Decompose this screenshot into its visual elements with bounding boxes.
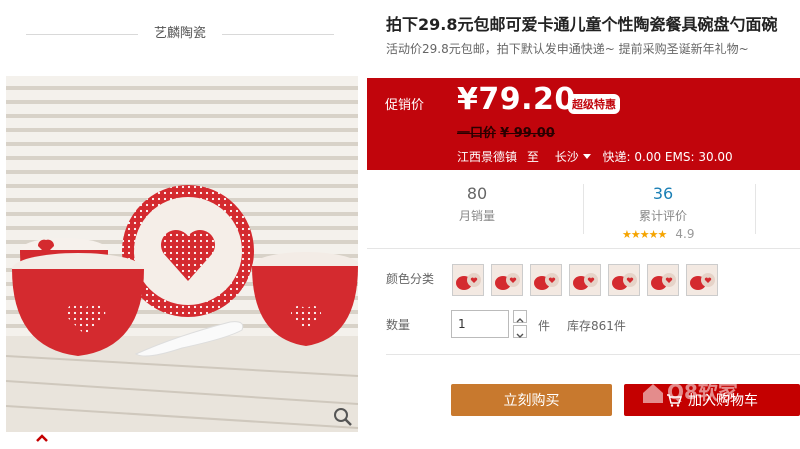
swatch-thumbnail <box>609 265 639 295</box>
swatch-thumbnail <box>687 265 717 295</box>
color-swatch[interactable] <box>452 264 484 296</box>
quantity-unit: 件 <box>538 319 551 333</box>
chevron-down-icon[interactable] <box>582 154 591 159</box>
sales-stats: 80 月销量 36 累计评价 ★★★★★ 4.9 <box>367 172 800 249</box>
color-swatch[interactable] <box>491 264 523 296</box>
buy-now-button[interactable]: 立刻购买 <box>451 384 612 416</box>
swatch-thumbnail <box>453 265 483 295</box>
shipping-fees: 快递: 0.00 EMS: 30.00 <box>602 150 733 164</box>
original-price-label: 一口价 <box>457 126 497 141</box>
stock-count: 库存861件 <box>567 319 626 333</box>
chevron-down-icon <box>516 333 524 338</box>
cart-icon <box>667 394 682 407</box>
swatch-thumbnail <box>492 265 522 295</box>
shipping-info: 江西景德镇 至 长沙 快递: 0.00 EMS: 30.00 <box>457 148 733 165</box>
promo-price: ¥79.20 <box>457 82 576 117</box>
promo-badge: 超级特惠 <box>568 94 620 114</box>
price-panel: 促销价 ¥79.20 超级特惠 一口价 ¥ 99.00 江西景德镇 至 长沙 快… <box>367 78 800 170</box>
ship-to-word: 至 <box>526 150 539 164</box>
quantity-decrease-button[interactable] <box>513 325 527 338</box>
ship-from: 江西景德镇 <box>457 150 518 164</box>
product-subtitle: 活动价29.8元包邮，拍下默认发申通快递~ 提前采购圣诞新年礼物~ <box>386 42 749 56</box>
divider <box>26 34 138 35</box>
divider <box>755 184 756 234</box>
color-swatch[interactable] <box>569 264 601 296</box>
color-swatch[interactable] <box>686 264 718 296</box>
destination-select[interactable]: 长沙 <box>555 150 579 164</box>
promo-price-label: 促销价 <box>385 98 425 113</box>
original-price: 一口价 ¥ 99.00 <box>457 122 555 141</box>
review-label[interactable]: 累计评价 <box>603 207 723 224</box>
quantity-label: 数量 <box>386 318 411 332</box>
monthly-sales-count: 80 <box>466 184 488 203</box>
zoom-icon[interactable] <box>332 406 354 428</box>
swatch-thumbnail <box>531 265 561 295</box>
divider <box>386 354 800 355</box>
add-to-cart-label: 加入购物车 <box>688 393 758 409</box>
swatch-thumbnail <box>570 265 600 295</box>
color-swatch[interactable] <box>647 264 679 296</box>
divider <box>222 34 334 35</box>
chevron-up-icon[interactable] <box>34 430 50 444</box>
product-title: 拍下29.8元包邮可爱卡通儿童个性陶瓷餐具碗盘勺面碗 <box>386 15 778 34</box>
star-icon: ★★★★★ <box>622 228 667 241</box>
color-swatch[interactable] <box>530 264 562 296</box>
shop-name[interactable]: 艺麟陶瓷 <box>140 22 220 41</box>
watermark-logo-icon <box>640 380 666 406</box>
review-count[interactable]: 36 <box>603 184 723 203</box>
product-main-image[interactable] <box>6 76 358 432</box>
quantity-input[interactable] <box>451 310 509 338</box>
rating-value: 4.9 <box>675 227 695 241</box>
original-price-value: ¥ 99.00 <box>500 126 555 141</box>
product-photo <box>6 76 358 432</box>
rating: ★★★★★ 4.9 <box>622 223 695 242</box>
color-option-label: 颜色分类 <box>386 272 435 286</box>
monthly-sales-label: 月销量 <box>458 209 495 223</box>
divider <box>583 184 584 234</box>
color-swatch[interactable] <box>608 264 640 296</box>
swatch-thumbnail <box>648 265 678 295</box>
quantity-increase-button[interactable] <box>513 310 527 323</box>
